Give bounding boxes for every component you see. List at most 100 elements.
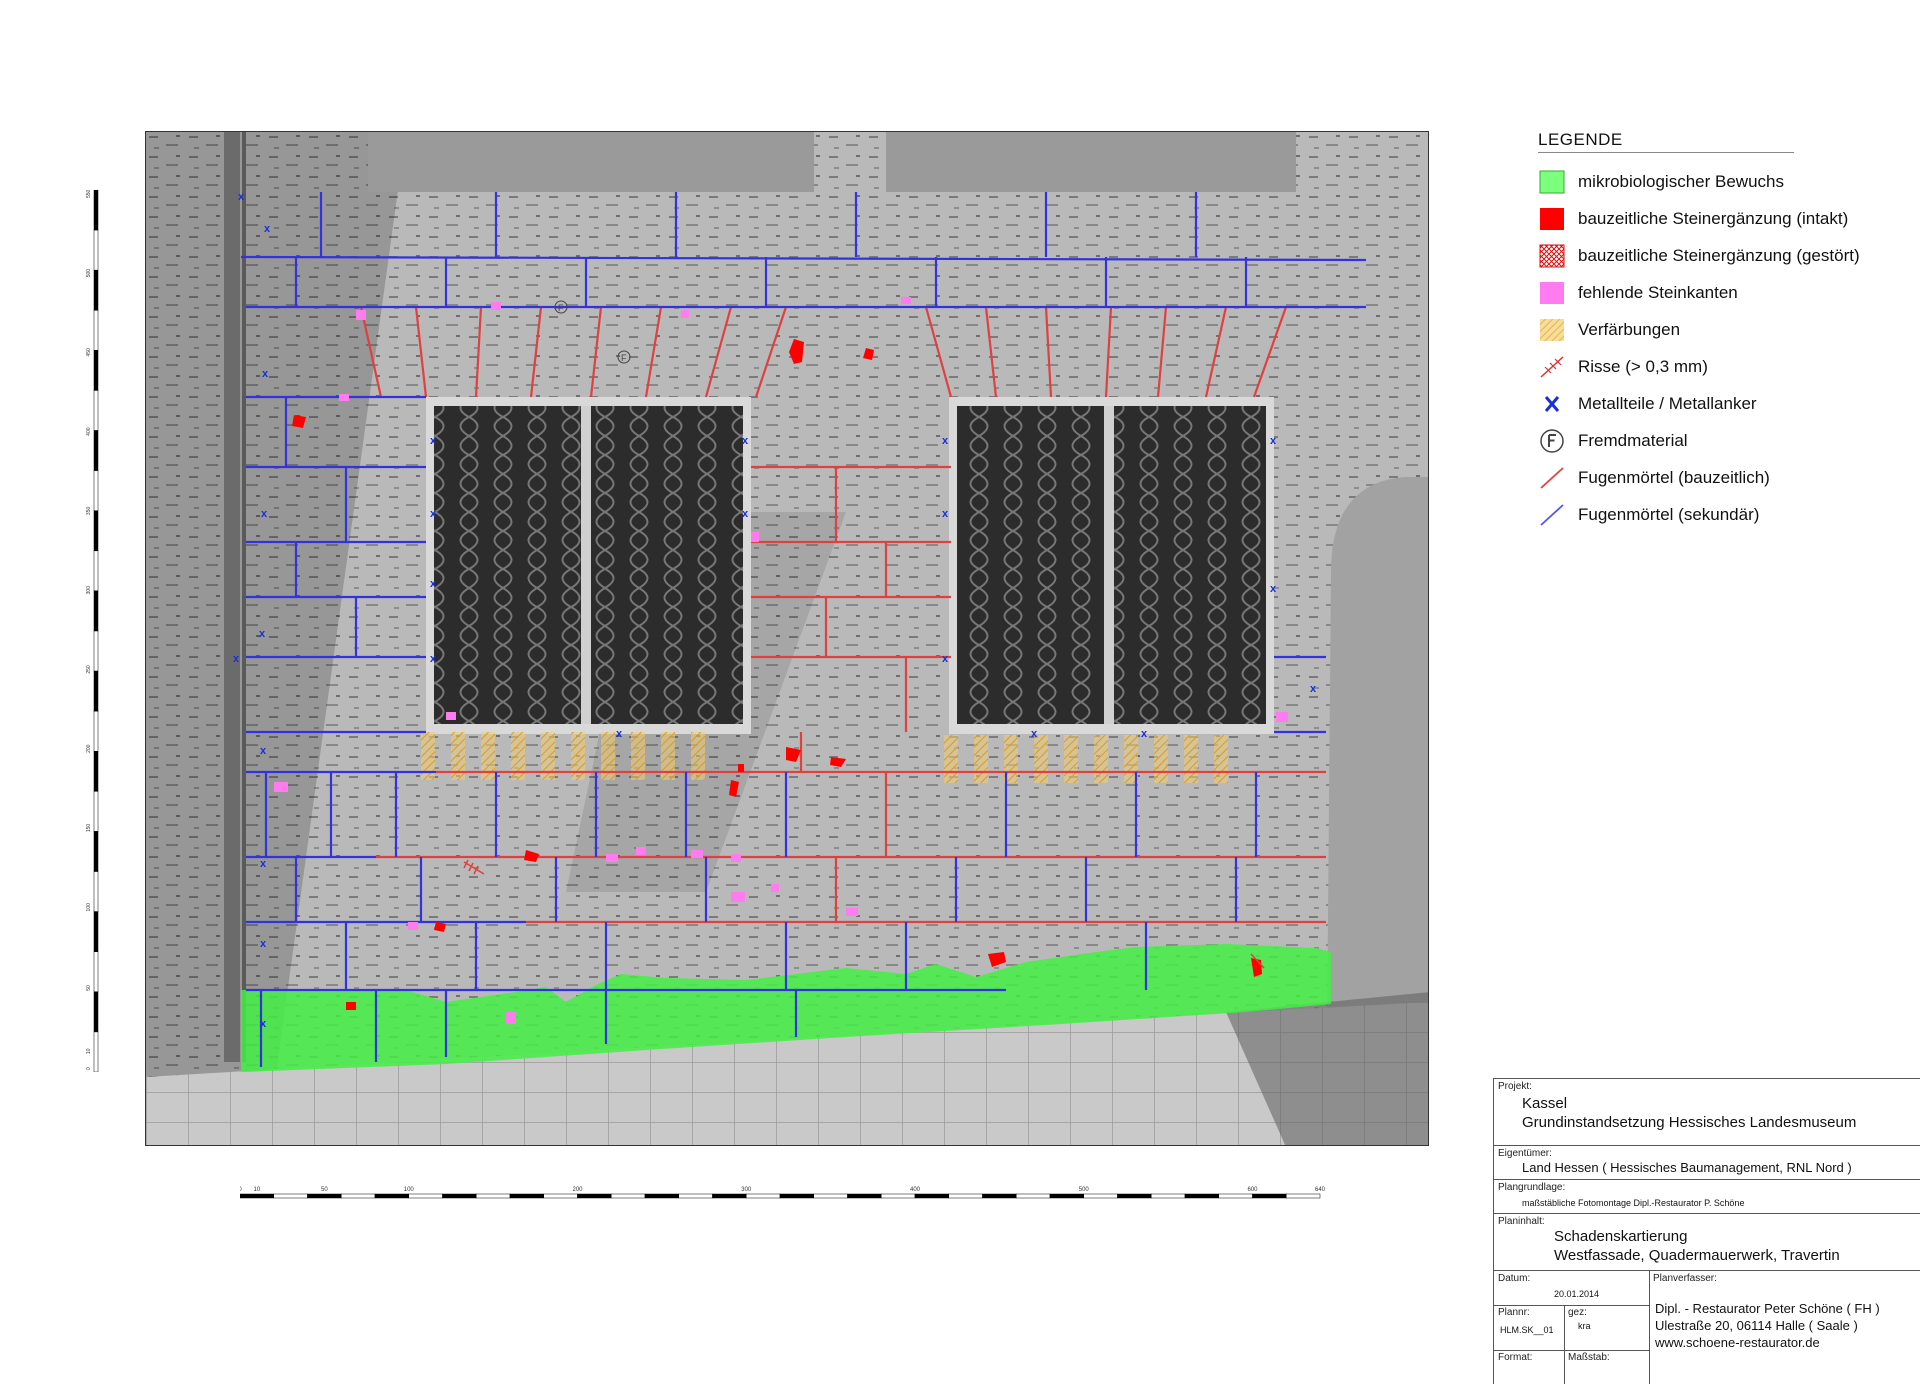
legend-title: LEGENDE (1538, 130, 1794, 153)
scale-segment (476, 1193, 511, 1199)
scale-segment (1049, 1193, 1084, 1199)
tb-gez: gez: kra (1564, 1305, 1649, 1351)
green-square-icon (1538, 169, 1566, 195)
svg-text:x: x (259, 628, 266, 640)
verfasser-address: Ulestraße 20, 06114 Halle ( Saale ) (1655, 1318, 1858, 1333)
legend-label: Fremdmaterial (1578, 430, 1688, 450)
legend-label: Metallteile / Metallanker (1578, 393, 1757, 413)
svg-text:x: x (742, 508, 749, 520)
tb-label: gez: (1568, 1307, 1587, 1318)
scale-segment (93, 670, 99, 712)
scale-tick-label: 100 (404, 1187, 415, 1193)
svg-text:x: x (260, 858, 267, 870)
scale-segment (644, 1193, 679, 1199)
svg-text:x: x (616, 728, 623, 740)
tb-projekt: Projekt: Kassel Grundinstandsetzung Hess… (1494, 1079, 1920, 1146)
legend-item: Fremdmaterial (1538, 422, 1798, 459)
svg-text:x: x (260, 1018, 267, 1030)
tb-label: Datum: (1498, 1273, 1531, 1284)
scale-segment (881, 1193, 916, 1199)
svg-text:x: x (942, 653, 949, 665)
scale-segment (374, 1193, 409, 1199)
blue-line-icon (1538, 502, 1566, 528)
scale-tick-label: 50 (321, 1187, 328, 1193)
svg-text:x: x (238, 191, 245, 203)
legend-label: Verfärbungen (1578, 319, 1681, 339)
legend-item: mikrobiologischer Bewuchs (1538, 163, 1798, 200)
legend-label: Risse (> 0,3 mm) (1578, 356, 1708, 376)
scale-segment (93, 871, 99, 912)
legend-item: Fugenmörtel (bauzeitlich) (1538, 459, 1798, 496)
scale-tick-label: 300 (86, 586, 92, 595)
tb-label: Plangrundlage: (1498, 1182, 1566, 1193)
svg-text:F: F (621, 353, 627, 363)
vertical-scale: 0 10 50 100 150 200 250 300 350 400 450 500 550 (82, 189, 112, 1073)
scale-tick-label: 200 (86, 744, 92, 753)
legend-label: fehlende Steinkanten (1578, 282, 1738, 302)
scale-tick-label: 500 (1079, 1187, 1090, 1193)
upper-recess (886, 132, 1296, 192)
tb-plannr: Plannr: HLM.SK__01 (1494, 1305, 1565, 1351)
plannr: HLM.SK__01 (1500, 1325, 1554, 1335)
scale-tick-label: 350 (86, 507, 92, 516)
svg-text:x: x (742, 435, 749, 447)
gez: kra (1578, 1321, 1591, 1331)
scale-tick-label: 50 (86, 985, 92, 991)
scale-segment (93, 911, 99, 952)
legend-item: Fugenmörtel (sekundär) (1538, 496, 1798, 533)
scale-segment (1218, 1193, 1253, 1199)
legend-item: Verfärbungen (1538, 311, 1798, 348)
scale-segment (1083, 1193, 1118, 1199)
scale-segment (93, 751, 99, 792)
legend-list: mikrobiologischer Bewuchs bauzeitliche S… (1538, 163, 1860, 533)
scale-segment (93, 310, 99, 351)
scale-segment (93, 470, 99, 511)
scale-segment (847, 1193, 882, 1199)
scale-tick-label: 10 (86, 1048, 92, 1054)
scale-segment (1117, 1193, 1152, 1199)
title-block: Projekt: Kassel Grundinstandsetzung Hess… (1493, 1078, 1920, 1384)
vertical-scale-svg: 0 10 50 100 150 200 250 300 350 400 450 500 550 (86, 189, 99, 1073)
scale-segment (307, 1193, 342, 1199)
tb-label: Projekt: (1498, 1081, 1532, 1092)
facade-svg: xx xx xx xx xx xx xx xx xx xx xx xx x F … (146, 132, 1428, 1145)
red-square-icon (1538, 206, 1566, 232)
planinhalt-2: Westfassade, Quadermauerwerk, Travertin (1554, 1247, 1840, 1264)
upper-recess (368, 132, 814, 192)
scale-segment (93, 1031, 99, 1073)
svg-text:x: x (260, 938, 267, 950)
svg-text:x: x (1031, 728, 1038, 740)
scale-tick-label: 200 (572, 1187, 583, 1193)
scale-segment (813, 1193, 848, 1199)
circled-f-icon (1538, 428, 1566, 454)
tb-label: Format: (1498, 1352, 1533, 1363)
scale-segment (509, 1193, 544, 1199)
scale-segment (746, 1193, 781, 1199)
tb-massstab: Maßstab: (1564, 1350, 1649, 1384)
scale-tick-label: 0 (240, 1187, 242, 1193)
scale-tick-label: 550 (86, 190, 92, 198)
scale-segment (93, 189, 99, 231)
scale-segment (577, 1193, 612, 1199)
scale-tick-label: 250 (86, 665, 92, 674)
scale-segment (239, 1193, 274, 1199)
legend-label: bauzeitliche Steinergänzung (intakt) (1578, 208, 1849, 228)
scale-segment (93, 831, 99, 872)
legend-label: Fugenmörtel (sekundär) (1578, 504, 1760, 524)
scale-tick-label: 640 (1315, 1187, 1326, 1193)
red-line-icon (1538, 465, 1566, 491)
svg-text:x: x (262, 368, 269, 380)
scale-tick-label: 400 (86, 427, 92, 436)
scale-segment (273, 1193, 308, 1199)
scale-segment (712, 1193, 747, 1199)
scale-segment (93, 991, 99, 1033)
scale-segment (1184, 1193, 1219, 1199)
svg-text:x: x (942, 435, 949, 447)
yellow-hatch-icon (1538, 317, 1566, 343)
scale-segment (1252, 1193, 1287, 1199)
scale-segment (93, 229, 99, 271)
legend-item: Risse (> 0,3 mm) (1538, 348, 1798, 385)
scale-segment (1286, 1193, 1321, 1199)
blue-x-icon (1538, 391, 1566, 417)
scale-tick-label: 150 (86, 824, 92, 833)
